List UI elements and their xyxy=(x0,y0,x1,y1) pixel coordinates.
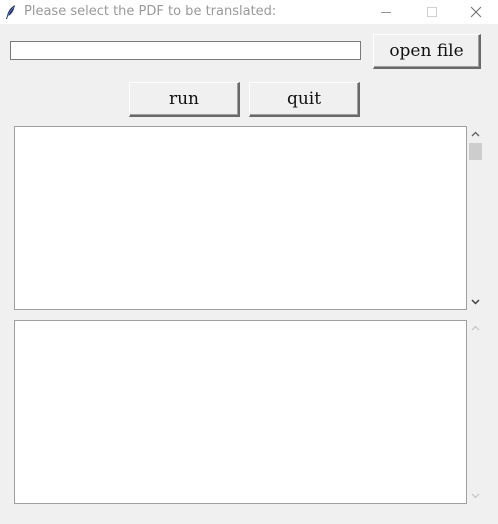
app-window: Please select the PDF to be translated: … xyxy=(0,0,498,524)
pdf-path-input[interactable] xyxy=(10,41,361,60)
title-bar[interactable]: Please select the PDF to be translated: xyxy=(0,0,498,24)
scroll-down-button-bottom[interactable] xyxy=(467,487,484,504)
scroll-up-button-bottom[interactable] xyxy=(467,320,484,337)
output-text-top[interactable] xyxy=(14,126,467,310)
chevron-up-icon xyxy=(471,325,480,331)
close-icon xyxy=(470,6,482,18)
run-button[interactable]: run xyxy=(129,82,240,117)
minimize-icon xyxy=(381,12,391,13)
scrollbar-bottom[interactable] xyxy=(467,320,484,504)
scrollbar-top[interactable] xyxy=(467,126,484,310)
chevron-down-icon xyxy=(471,299,480,305)
maximize-icon xyxy=(427,7,437,17)
chevron-down-icon xyxy=(471,493,480,499)
close-button[interactable] xyxy=(453,0,498,24)
scroll-up-button-top[interactable] xyxy=(467,126,484,143)
output-text-bottom[interactable] xyxy=(14,320,467,504)
window-title: Please select the PDF to be translated: xyxy=(24,4,277,19)
scroll-down-button-top[interactable] xyxy=(467,293,484,310)
maximize-button[interactable] xyxy=(409,0,455,24)
open-file-button[interactable]: open file xyxy=(373,34,481,69)
minimize-button[interactable] xyxy=(363,0,409,24)
quit-button[interactable]: quit xyxy=(249,82,360,117)
scroll-thumb-top[interactable] xyxy=(469,143,482,160)
feather-icon xyxy=(4,4,18,20)
chevron-up-icon xyxy=(471,131,480,137)
